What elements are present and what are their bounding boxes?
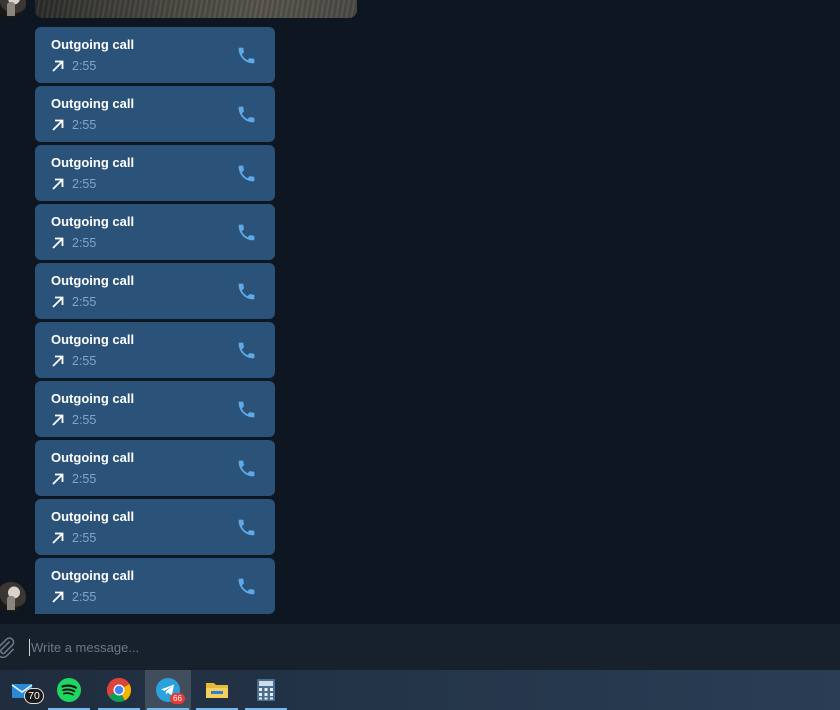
taskbar-mail[interactable]: 70 [0, 670, 46, 710]
outgoing-arrow-icon [52, 237, 64, 249]
call-duration: 2:55 [72, 531, 97, 545]
call-duration: 2:55 [72, 236, 97, 250]
outgoing-arrow-icon [52, 591, 64, 603]
outgoing-arrow-icon [52, 296, 64, 308]
outgoing-arrow-icon [52, 414, 64, 426]
call-message-list: Outgoing call 2:55 Outgoing call 2:55 Ou… [35, 27, 275, 617]
call-title: Outgoing call [51, 391, 135, 406]
call-title: Outgoing call [51, 509, 135, 524]
taskbar-file-explorer[interactable] [194, 670, 240, 710]
chrome-icon [106, 678, 132, 703]
outgoing-arrow-icon [52, 60, 64, 72]
outgoing-arrow-icon [52, 178, 64, 190]
call-duration: 2:55 [72, 118, 97, 132]
outgoing-arrow-icon [52, 473, 64, 485]
call-meta: 2:55 [51, 353, 96, 369]
call-meta: 2:55 [51, 412, 96, 428]
call-title: Outgoing call [51, 273, 135, 288]
avatar[interactable] [0, 0, 26, 18]
calculator-icon [257, 679, 275, 701]
call-duration: 2:55 [72, 472, 97, 486]
phone-icon[interactable] [236, 340, 257, 361]
paperclip-icon[interactable] [0, 636, 16, 658]
phone-icon[interactable] [236, 517, 257, 538]
phone-icon[interactable] [236, 104, 257, 125]
call-title: Outgoing call [51, 450, 135, 465]
call-meta: 2:55 [51, 471, 96, 487]
media-message-preview[interactable] [35, 0, 357, 18]
call-message[interactable]: Outgoing call 2:55 [35, 145, 275, 201]
taskbar: 70 66 [0, 670, 840, 710]
taskbar-spotify[interactable] [46, 670, 92, 710]
outgoing-arrow-icon [52, 119, 64, 131]
call-message[interactable]: Outgoing call 2:55 [35, 499, 275, 555]
folder-icon [206, 683, 228, 698]
call-duration: 2:55 [72, 295, 97, 309]
text-cursor [29, 639, 30, 656]
call-duration: 2:55 [72, 590, 97, 604]
call-message[interactable]: Outgoing call 2:55 [35, 204, 275, 260]
call-message[interactable]: Outgoing call 2:55 [35, 322, 275, 378]
call-meta: 2:55 [51, 58, 96, 74]
call-message[interactable]: Outgoing call 2:55 [35, 381, 275, 437]
message-composer [0, 623, 840, 670]
phone-icon[interactable] [236, 399, 257, 420]
phone-icon[interactable] [236, 222, 257, 243]
mail-badge: 70 [24, 688, 44, 704]
call-meta: 2:55 [51, 117, 96, 133]
avatar[interactable] [0, 582, 26, 612]
call-duration: 2:55 [72, 354, 97, 368]
call-meta: 2:55 [51, 294, 96, 310]
message-input[interactable] [31, 634, 811, 660]
taskbar-chrome[interactable] [96, 670, 142, 710]
call-duration: 2:55 [72, 59, 97, 73]
spotify-icon [57, 678, 81, 702]
outgoing-arrow-icon [52, 532, 64, 544]
chat-area: Outgoing call 2:55 Outgoing call 2:55 Ou… [0, 0, 840, 623]
call-meta: 2:55 [51, 176, 96, 192]
call-message[interactable]: Outgoing call 2:55 [35, 558, 275, 614]
call-title: Outgoing call [51, 96, 135, 111]
telegram-badge: 66 [170, 693, 185, 704]
call-title: Outgoing call [51, 155, 135, 170]
phone-icon[interactable] [236, 281, 257, 302]
taskbar-calculator[interactable] [243, 670, 289, 710]
call-title: Outgoing call [51, 332, 135, 347]
call-meta: 2:55 [51, 235, 96, 251]
call-duration: 2:55 [72, 177, 97, 191]
phone-icon[interactable] [236, 163, 257, 184]
call-duration: 2:55 [72, 413, 97, 427]
call-message[interactable]: Outgoing call 2:55 [35, 86, 275, 142]
phone-icon[interactable] [236, 45, 257, 66]
call-message[interactable]: Outgoing call 2:55 [35, 27, 275, 83]
call-title: Outgoing call [51, 568, 135, 583]
call-meta: 2:55 [51, 530, 96, 546]
outgoing-arrow-icon [52, 355, 64, 367]
call-title: Outgoing call [51, 214, 135, 229]
phone-icon[interactable] [236, 458, 257, 479]
call-title: Outgoing call [51, 37, 135, 52]
call-meta: 2:55 [51, 589, 96, 605]
call-message[interactable]: Outgoing call 2:55 [35, 440, 275, 496]
taskbar-telegram[interactable]: 66 [145, 670, 191, 710]
phone-icon[interactable] [236, 576, 257, 597]
call-message[interactable]: Outgoing call 2:55 [35, 263, 275, 319]
